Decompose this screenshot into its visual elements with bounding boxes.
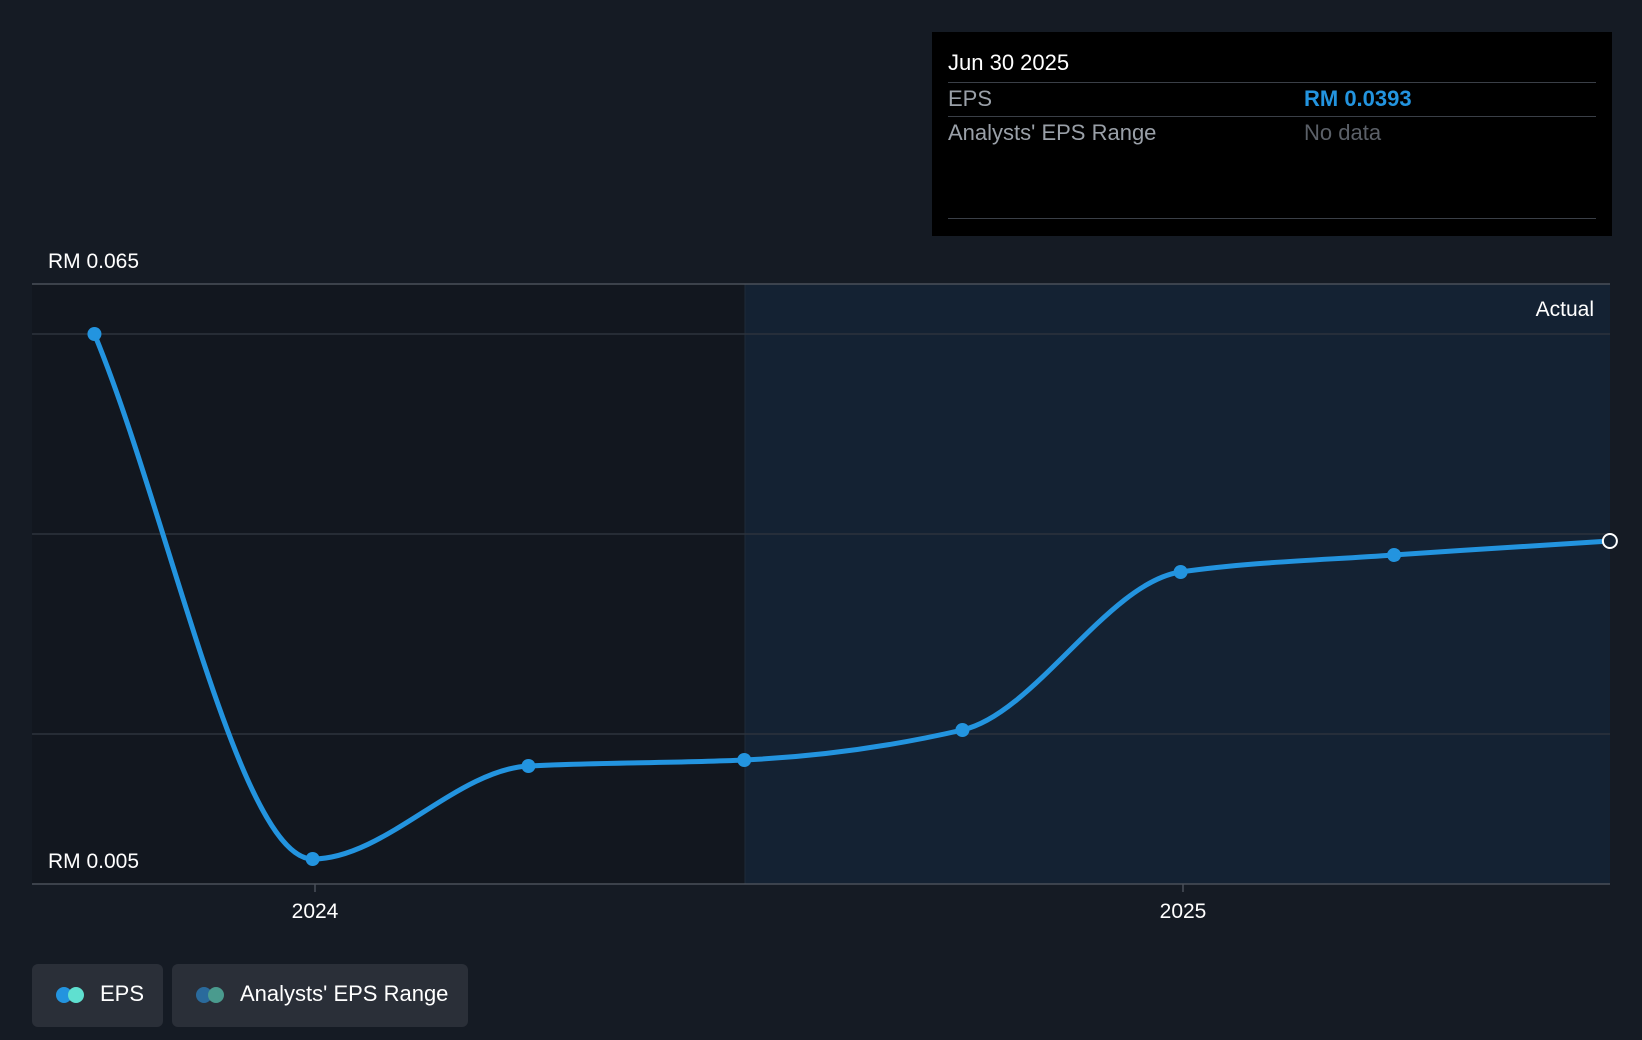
eps-point[interactable] bbox=[955, 723, 970, 737]
x-axis-ticks: 2024 2025 bbox=[292, 884, 1207, 923]
x-tick-label: 2025 bbox=[1160, 900, 1207, 923]
eps-point[interactable] bbox=[1387, 548, 1402, 562]
eps-dot-icon bbox=[68, 987, 84, 1003]
tooltip-date: Jun 30 2025 bbox=[948, 50, 1070, 75]
past-region bbox=[32, 284, 745, 884]
legend-label-eps: EPS bbox=[100, 981, 145, 1006]
legend-item-eps[interactable]: EPS bbox=[32, 964, 163, 1027]
eps-point[interactable] bbox=[305, 852, 320, 866]
region-label-actual: Actual bbox=[1536, 298, 1594, 321]
tooltip-eps-label: EPS bbox=[948, 86, 993, 111]
range-dot-icon bbox=[208, 987, 224, 1003]
eps-point[interactable] bbox=[521, 759, 536, 773]
tooltip-range-value: No data bbox=[1304, 120, 1382, 145]
x-tick-label: 2024 bbox=[292, 900, 339, 923]
tooltip-eps-value: RM 0.0393 bbox=[1304, 86, 1412, 111]
y-axis-top-label: RM 0.065 bbox=[48, 250, 139, 273]
eps-point[interactable] bbox=[737, 753, 752, 767]
eps-point[interactable] bbox=[1173, 565, 1188, 579]
eps-point[interactable] bbox=[87, 327, 102, 341]
tooltip-divider bbox=[948, 82, 1596, 83]
tooltip-divider bbox=[948, 116, 1596, 117]
tooltip-range-label: Analysts' EPS Range bbox=[948, 120, 1157, 145]
eps-point-selected[interactable] bbox=[1601, 533, 1618, 549]
legend-item-analysts-range[interactable]: Analysts' EPS Range bbox=[172, 964, 468, 1027]
tooltip-divider bbox=[948, 218, 1596, 219]
y-axis-bottom-label: RM 0.005 bbox=[48, 850, 139, 873]
legend-label-analysts-range: Analysts' EPS Range bbox=[240, 981, 449, 1006]
tooltip: Jun 30 2025 EPS RM 0.0393 Analysts' EPS … bbox=[932, 32, 1612, 236]
actual-region bbox=[745, 284, 1610, 884]
